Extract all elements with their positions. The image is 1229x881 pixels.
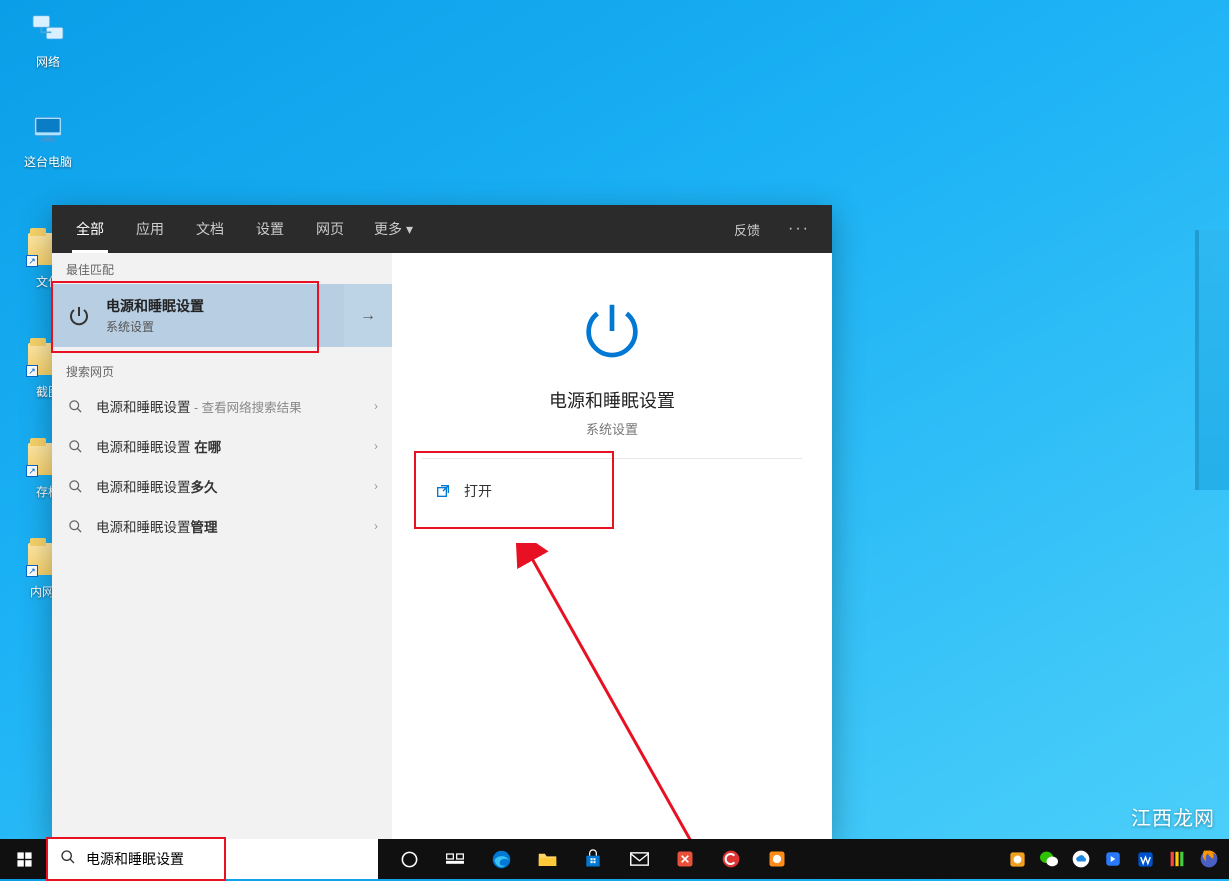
cloud-icon (1071, 849, 1091, 869)
app-icon (1104, 850, 1122, 868)
chevron-right-icon: › (374, 399, 378, 413)
web-result-item[interactable]: 电源和睡眠设置 - 查看网络搜索结果 › (52, 386, 392, 426)
tray-app[interactable] (1161, 839, 1193, 879)
cortana-button[interactable] (386, 839, 432, 879)
explorer-button[interactable] (524, 839, 570, 879)
tab-documents[interactable]: 文档 (180, 205, 240, 253)
arrow-right-icon: → (360, 307, 376, 325)
section-web: 搜索网页 (52, 355, 392, 386)
ccleaner-button[interactable] (708, 839, 754, 879)
tab-web[interactable]: 网页 (300, 205, 360, 253)
wps-icon (1136, 850, 1155, 869)
ccleaner-icon (721, 849, 741, 869)
search-icon (66, 439, 84, 454)
detail-subtitle: 系统设置 (422, 419, 802, 438)
mail-button[interactable] (616, 839, 662, 879)
taskview-icon (445, 850, 465, 868)
firefox-icon (1199, 849, 1219, 869)
web-result-text: 电源和睡眠设置 在哪 (96, 436, 374, 456)
tray-app[interactable] (1001, 839, 1033, 879)
store-button[interactable] (570, 839, 616, 879)
annotation-arrow (512, 543, 712, 863)
search-tabs-header: 全部 应用 文档 设置 网页 更多▾ 反馈 ··· (52, 205, 832, 253)
watermark: 江西龙网 (1131, 802, 1215, 831)
open-label: 打开 (464, 481, 492, 501)
task-view-button[interactable] (432, 839, 478, 879)
section-best-match: 最佳匹配 (52, 253, 392, 284)
more-options-button[interactable]: ··· (774, 220, 824, 238)
app-button[interactable] (754, 839, 800, 879)
tab-more[interactable]: 更多▾ (360, 219, 427, 239)
best-match-subtitle: 系统设置 (106, 318, 204, 335)
tray-firefox[interactable] (1193, 839, 1225, 879)
open-icon (434, 483, 452, 499)
search-icon (66, 479, 84, 494)
desktop-icon-network[interactable]: 网络 (18, 8, 78, 70)
search-panel: 全部 应用 文档 设置 网页 更多▾ 反馈 ··· 最佳匹配 电源和睡眠设置 系… (52, 205, 832, 841)
taskbar (0, 839, 1229, 879)
app-icon (675, 849, 695, 869)
web-result-text: 电源和睡眠设置 - 查看网络搜索结果 (96, 396, 374, 416)
best-match-item[interactable]: 电源和睡眠设置 系统设置 (52, 284, 344, 347)
search-results-list: 最佳匹配 电源和睡眠设置 系统设置 → 搜索网页 (52, 253, 392, 841)
tray-app[interactable] (1097, 839, 1129, 879)
start-button[interactable] (0, 839, 48, 879)
search-detail-pane: 电源和睡眠设置 系统设置 打开 (392, 253, 832, 841)
web-result-item[interactable]: 电源和睡眠设置 在哪 › (52, 426, 392, 466)
circle-icon (400, 850, 419, 869)
power-icon-large (572, 291, 652, 371)
windows-icon (16, 851, 33, 868)
search-icon (60, 849, 76, 870)
system-tray (1001, 839, 1229, 879)
chevron-right-icon: › (374, 439, 378, 453)
taskbar-search-input[interactable] (86, 851, 366, 867)
tray-wps[interactable] (1129, 839, 1161, 879)
wechat-icon (1039, 850, 1059, 868)
tab-settings[interactable]: 设置 (240, 205, 300, 253)
app-icon (1008, 850, 1027, 869)
desktop-icon-pc[interactable]: 这台电脑 (18, 108, 78, 170)
web-result-text: 电源和睡眠设置多久 (96, 476, 374, 496)
tray-baidu[interactable] (1065, 839, 1097, 879)
divider (422, 458, 802, 459)
power-icon (66, 303, 92, 329)
edge-button[interactable] (478, 839, 524, 879)
tab-all[interactable]: 全部 (60, 205, 120, 253)
tab-apps[interactable]: 应用 (120, 205, 180, 253)
best-match-expand-button[interactable]: → (344, 284, 392, 347)
web-result-item[interactable]: 电源和睡眠设置多久 › (52, 466, 392, 506)
mail-icon (629, 851, 650, 867)
taskbar-pinned-apps (386, 839, 800, 879)
detail-title: 电源和睡眠设置 (422, 387, 802, 413)
tray-wechat[interactable] (1033, 839, 1065, 879)
network-icon (27, 8, 69, 50)
window-edge-accent (1199, 230, 1229, 490)
chevron-right-icon: › (374, 519, 378, 533)
app-button[interactable] (662, 839, 708, 879)
app-icon (1169, 850, 1185, 868)
chevron-right-icon: › (374, 479, 378, 493)
desktop-icon-label: 这台电脑 (18, 153, 78, 170)
search-icon (66, 519, 84, 534)
open-action[interactable]: 打开 (422, 467, 802, 515)
edge-icon (491, 849, 512, 870)
web-result-text: 电源和睡眠设置管理 (96, 516, 374, 536)
pc-icon (27, 108, 69, 150)
desktop-icon-label: 网络 (18, 53, 78, 70)
taskbar-search-box[interactable] (48, 839, 378, 879)
web-result-item[interactable]: 电源和睡眠设置管理 › (52, 506, 392, 546)
app-icon (767, 849, 787, 869)
feedback-button[interactable]: 反馈 (720, 220, 774, 239)
tab-more-label: 更多 (374, 219, 402, 239)
chevron-down-icon: ▾ (406, 221, 413, 238)
search-icon (66, 399, 84, 414)
folder-icon (537, 850, 558, 868)
best-match-title: 电源和睡眠设置 (106, 296, 204, 316)
best-match-row: 电源和睡眠设置 系统设置 → (52, 284, 392, 347)
store-icon (583, 849, 603, 869)
